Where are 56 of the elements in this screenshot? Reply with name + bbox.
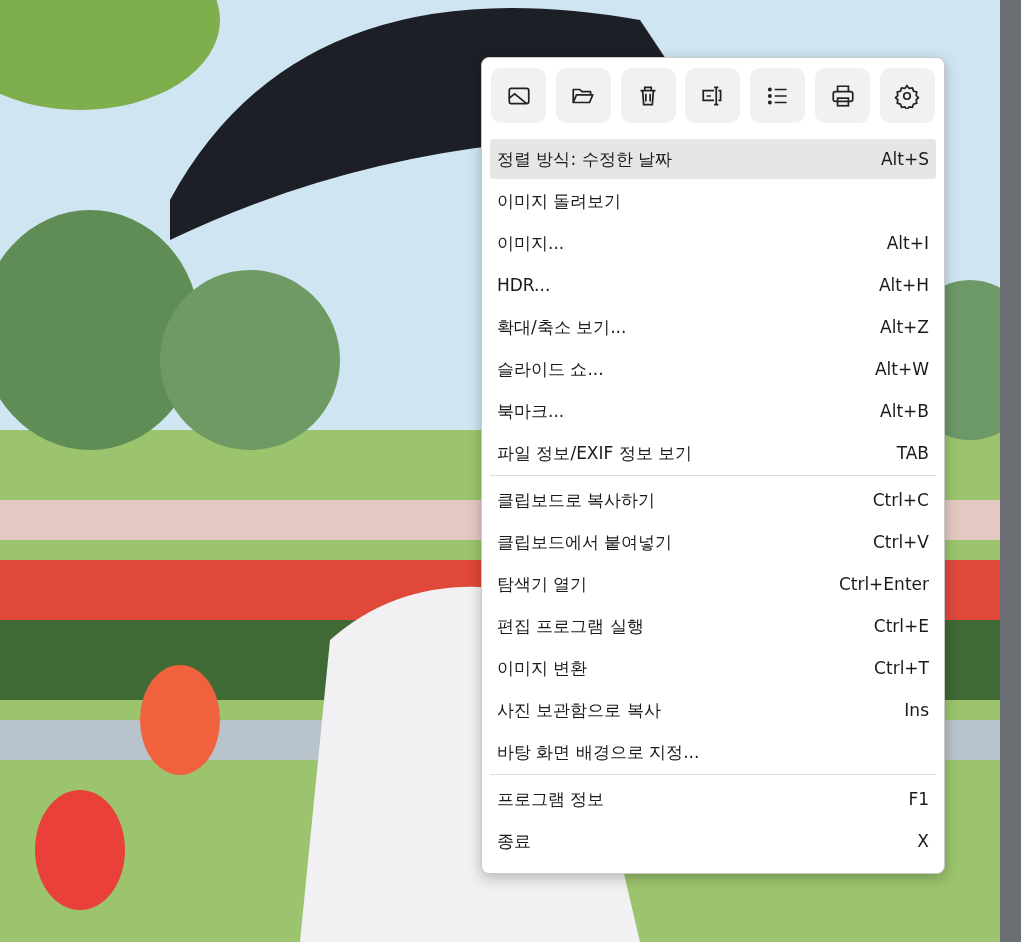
printer-icon <box>829 82 856 109</box>
menu-item-label: 정렬 방식: 수정한 날짜 <box>497 147 672 171</box>
shortcut-label: Ctrl+E <box>873 616 929 636</box>
menu-item-label: 파일 정보/EXIF 정보 보기 <box>497 441 693 465</box>
menu-item-label: 편집 프로그램 실행 <box>497 614 644 638</box>
menu-item[interactable]: 북마크... Alt+B <box>490 391 936 431</box>
menu-item[interactable]: 클립보드에서 붙여넣기 Ctrl+V <box>490 522 936 562</box>
menu-item-label: 종료 <box>497 829 531 853</box>
settings-icon <box>894 82 921 109</box>
menu-item[interactable]: 이미지... Alt+I <box>490 223 936 263</box>
menu-item[interactable]: 프로그램 정보 F1 <box>490 779 936 819</box>
shortcut-label: Ctrl+V <box>872 532 929 552</box>
rename-button[interactable] <box>685 68 741 123</box>
menu-item-label: 사진 보관함으로 복사 <box>497 698 661 722</box>
menu-item-label: 클립보드로 복사하기 <box>497 488 656 512</box>
menu-item[interactable]: 이미지 돌려보기 <box>490 181 936 221</box>
shortcut-label: Alt+B <box>880 401 929 421</box>
shortcut-label: F1 <box>908 789 929 809</box>
menu-item[interactable]: 편집 프로그램 실행 Ctrl+E <box>490 606 936 646</box>
shortcut-label: X <box>917 831 929 851</box>
shortcut-label: Alt+I <box>886 233 929 253</box>
menu-item[interactable]: 슬라이드 쇼... Alt+W <box>490 349 936 389</box>
menu-item-label: HDR... <box>497 275 551 295</box>
shortcut-label: Alt+H <box>878 275 929 295</box>
menu-item-label: 확대/축소 보기... <box>497 315 627 339</box>
menu-item[interactable]: 종료 X <box>490 821 936 861</box>
shortcut-label: TAB <box>896 443 929 463</box>
shortcut-label: Alt+S <box>880 149 929 169</box>
menu-item-label: 프로그램 정보 <box>497 787 605 811</box>
list-button[interactable] <box>750 68 806 123</box>
image-button[interactable] <box>491 68 546 123</box>
menu-item-label: 이미지 변환 <box>497 656 588 680</box>
shortcut-label: Ctrl+Enter <box>838 574 929 594</box>
shortcut-label: Alt+W <box>874 359 929 379</box>
menu-item-label: 바탕 화면 배경으로 지정... <box>497 740 700 764</box>
menu-item[interactable]: 바탕 화면 배경으로 지정... <box>490 732 936 772</box>
menu-item-label: 이미지... <box>497 231 565 255</box>
menu-item-label: 탐색기 열기 <box>497 572 588 596</box>
menu-item-label: 이미지 돌려보기 <box>497 189 622 213</box>
delete-button[interactable] <box>620 68 676 123</box>
menu-item-label: 북마크... <box>497 399 565 423</box>
menu-item[interactable]: 파일 정보/EXIF 정보 보기 TAB <box>490 433 936 473</box>
menu-item[interactable]: HDR... Alt+H <box>490 265 936 305</box>
shortcut-label: Ins <box>904 700 929 720</box>
menu-item-label: 슬라이드 쇼... <box>497 357 604 381</box>
menu-item[interactable]: 사진 보관함으로 복사 Ins <box>490 690 936 730</box>
menu-item-label: 클립보드에서 붙여넣기 <box>497 530 673 554</box>
menu-item[interactable]: 확대/축소 보기... Alt+Z <box>490 307 936 347</box>
shortcut-label: Ctrl+T <box>874 658 929 678</box>
menu-item[interactable]: 클립보드로 복사하기 Ctrl+C <box>490 480 936 520</box>
settings-button[interactable] <box>879 68 935 123</box>
print-button[interactable] <box>815 68 871 123</box>
shortcut-label: Alt+Z <box>880 317 929 337</box>
open-folder-button[interactable] <box>555 68 611 123</box>
shortcut-label: Ctrl+C <box>872 490 929 510</box>
menu-item[interactable]: 정렬 방식: 수정한 날짜 Alt+S <box>490 139 936 179</box>
